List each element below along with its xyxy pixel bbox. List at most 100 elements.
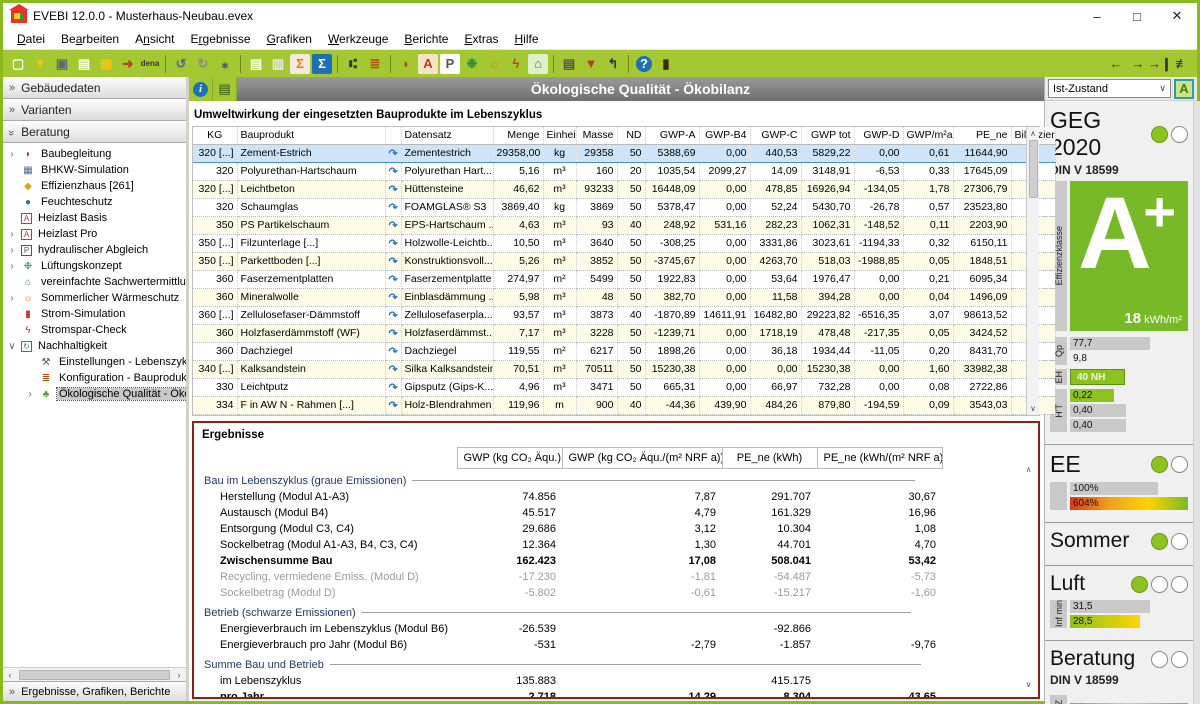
- sidebar-section-beratung[interactable]: »Beratung: [3, 121, 186, 143]
- table-row[interactable]: 320 [...]Zement-Estrich↷Zementestrich293…: [193, 144, 1055, 162]
- tree-expander-icon[interactable]: ›: [7, 245, 17, 256]
- maximize-button[interactable]: □: [1117, 5, 1157, 27]
- nav-forward-icon[interactable]: →: [1128, 54, 1148, 74]
- tree-expander-icon[interactable]: ›: [25, 389, 35, 400]
- nav-jump-icon[interactable]: →❙: [1150, 54, 1170, 74]
- column-header-link[interactable]: [385, 127, 401, 144]
- column-header-Datensatz[interactable]: Datensatz: [401, 127, 493, 144]
- report-icon[interactable]: ▤: [246, 54, 266, 74]
- menu-bearbeiten[interactable]: Bearbeiten: [53, 30, 127, 48]
- scroll-right-icon[interactable]: ›: [172, 670, 186, 680]
- dataset-link-icon[interactable]: ↷: [385, 270, 401, 288]
- save-icon[interactable]: ▣: [52, 54, 72, 74]
- help-icon[interactable]: ?: [636, 56, 652, 72]
- table-row[interactable]: 334F in AW N - Rahmen [...]↷Holz-Blendra…: [193, 396, 1055, 414]
- tree-expander-icon[interactable]: ∨: [7, 341, 17, 352]
- magic-wand-icon[interactable]: ⁎: [215, 54, 235, 74]
- sun-icon[interactable]: ☼: [484, 54, 504, 74]
- products-table[interactable]: KGBauprodukt DatensatzMengeEinheitMasseND…: [193, 127, 1056, 415]
- copy-icon[interactable]: ▤: [74, 54, 94, 74]
- status-circle-empty[interactable]: [1171, 126, 1188, 143]
- table-row[interactable]: 330Leichtputz↷Gipsputz (Gips-K...4,96m³3…: [193, 378, 1055, 396]
- dataset-link-icon[interactable]: ↷: [385, 252, 401, 270]
- table-row[interactable]: 360Dachziegel↷Dachziegel119,55m²62175018…: [193, 342, 1055, 360]
- tree-item-lüftungskonzept[interactable]: ›❉Lüftungskonzept: [3, 258, 186, 274]
- return-arrow-icon[interactable]: ↰: [603, 54, 623, 74]
- tree-expander-icon[interactable]: ›: [7, 229, 17, 240]
- variant-select[interactable]: Ist-Zustand ∨: [1048, 79, 1171, 98]
- efficiency-class-button[interactable]: A: [1174, 79, 1194, 99]
- scroll-down-icon[interactable]: ∨: [1027, 402, 1040, 415]
- document-alert-icon[interactable]: ▼: [581, 54, 601, 74]
- tree-item-konfiguration-bauprodukte[interactable]: ≣Konfiguration - Bauprodukte: [3, 370, 186, 386]
- tree-item-baubegleitung[interactable]: ›◗Baubegleitung: [3, 146, 186, 162]
- dataset-link-icon[interactable]: ↷: [385, 144, 401, 162]
- results-vertical-scrollbar[interactable]: ∧ ∨: [1022, 463, 1035, 692]
- dataset-link-icon[interactable]: ↷: [385, 360, 401, 378]
- heizlast-icon[interactable]: A: [418, 54, 438, 74]
- sidebar-horizontal-scrollbar[interactable]: ‹ ›: [3, 667, 186, 681]
- status-circle-green[interactable]: [1151, 456, 1168, 473]
- tree-item-heizlast-pro[interactable]: ›AHeizlast Pro: [3, 226, 186, 242]
- column-header-ND[interactable]: ND: [617, 127, 645, 144]
- config-list-icon[interactable]: ≣: [365, 54, 385, 74]
- status-circle-empty[interactable]: [1151, 576, 1168, 593]
- column-header-GWP-B4[interactable]: GWP-B4: [699, 127, 750, 144]
- menu-ansicht[interactable]: Ansicht: [127, 30, 182, 48]
- undo-icon[interactable]: ↺: [171, 54, 191, 74]
- dena-logo[interactable]: dena: [140, 54, 160, 74]
- rightbar-scrollbar[interactable]: [1193, 101, 1200, 704]
- dataset-link-icon[interactable]: ↷: [385, 342, 401, 360]
- column-header-Bauprodukt[interactable]: Bauprodukt: [237, 127, 385, 144]
- tree-item-strom-simulation[interactable]: ▮Strom-Simulation: [3, 306, 186, 322]
- menu-hilfe[interactable]: Hilfe: [507, 30, 547, 48]
- status-circle-green[interactable]: [1131, 576, 1148, 593]
- status-circle-empty[interactable]: [1171, 576, 1188, 593]
- dataset-link-icon[interactable]: ↷: [385, 306, 401, 324]
- dataset-link-icon[interactable]: ↷: [385, 324, 401, 342]
- sidebar-section-gebäudedaten[interactable]: »Gebäudedaten: [3, 77, 186, 99]
- table-row[interactable]: 340 [...]Kalksandstein↷Silka Kalksandste…: [193, 360, 1055, 378]
- table-row[interactable]: 360Faserzementplatten↷Faserzementplatte2…: [193, 270, 1055, 288]
- notes-icon[interactable]: ≢: [1172, 54, 1192, 74]
- tree-item-einstellungen-lebenszyklus[interactable]: ⚒Einstellungen - Lebenszyklus: [3, 354, 186, 370]
- table-row[interactable]: 320Polyurethan-Hartschaum↷Polyurethan Ha…: [193, 162, 1055, 180]
- info-button[interactable]: i: [189, 77, 213, 101]
- tree-item-effizienzhaus-261-[interactable]: ◆Effizienzhaus [261]: [3, 178, 186, 194]
- tree-item-hydraulischer-abgleich[interactable]: ›Phydraulischer Abgleich: [3, 242, 186, 258]
- report-button[interactable]: ▤: [213, 77, 237, 101]
- table-row[interactable]: 350 [...]Parkettboden [...]↷Konstruktion…: [193, 252, 1055, 270]
- construction-cap-icon[interactable]: ◗: [396, 54, 416, 74]
- scroll-up-icon[interactable]: ∧: [1027, 127, 1040, 140]
- column-header-Masse[interactable]: Masse: [576, 127, 617, 144]
- lightning-icon[interactable]: ϟ: [506, 54, 526, 74]
- sum-orange-icon[interactable]: Σ: [290, 54, 310, 74]
- table-vertical-scrollbar[interactable]: ∧ ∨: [1026, 127, 1039, 415]
- scrollbar-thumb[interactable]: [1029, 140, 1038, 198]
- column-header-Einheit[interactable]: Einheit: [543, 127, 576, 144]
- open-folder-icon[interactable]: ▼: [30, 54, 50, 74]
- flowchart-icon[interactable]: ⑆: [343, 54, 363, 74]
- new-file-icon[interactable]: ▢: [8, 54, 28, 74]
- dataset-link-icon[interactable]: ↷: [385, 234, 401, 252]
- table-row[interactable]: 360Mineralwolle↷Einblasdämmung ...5,98m³…: [193, 288, 1055, 306]
- scroll-down-icon[interactable]: ∨: [1026, 677, 1032, 691]
- menu-grafiken[interactable]: Grafiken: [259, 30, 320, 48]
- dataset-link-icon[interactable]: ↷: [385, 396, 401, 414]
- dataset-link-icon[interactable]: ↷: [385, 288, 401, 306]
- column-header-Menge[interactable]: Menge: [493, 127, 543, 144]
- status-circle-empty[interactable]: [1171, 533, 1188, 550]
- column-header-PE_ne[interactable]: PE_ne: [953, 127, 1011, 144]
- tree-item-vereinfachte-sachwertermittlung[interactable]: ⌂vereinfachte Sachwertermittlung: [3, 274, 186, 290]
- tree-expander-icon[interactable]: ›: [7, 261, 17, 272]
- column-header-KG[interactable]: KG: [193, 127, 237, 144]
- dataset-link-icon[interactable]: ↷: [385, 162, 401, 180]
- tree-item-nachhaltigkeit[interactable]: ∨↻Nachhaltigkeit: [3, 338, 186, 354]
- menu-berichte[interactable]: Berichte: [396, 30, 456, 48]
- paste-icon[interactable]: ▦: [96, 54, 116, 74]
- table-row[interactable]: 320Schaumglas↷FOAMGLAS® S33869,40kg38695…: [193, 198, 1055, 216]
- status-circle-green[interactable]: [1151, 533, 1168, 550]
- status-circle-green[interactable]: [1151, 126, 1168, 143]
- status-circle-empty[interactable]: [1151, 651, 1168, 668]
- menu-datei[interactable]: Datei: [9, 30, 53, 48]
